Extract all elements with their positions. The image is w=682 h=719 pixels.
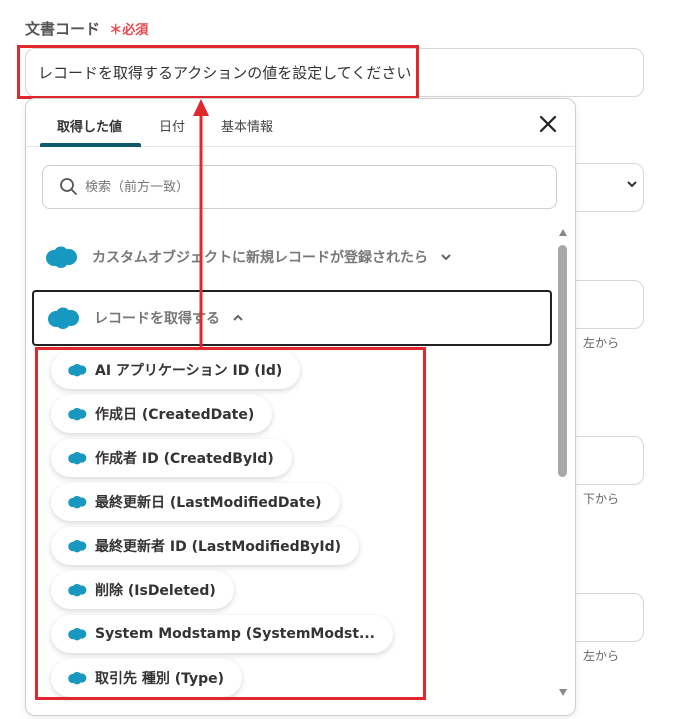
close-button[interactable]: [537, 113, 559, 135]
bg-hint-3: 、左から: [571, 649, 620, 663]
salesforce-cloud-icon: [46, 246, 77, 268]
chevron-down-icon: [441, 254, 451, 261]
list-item-last-modified-by-id[interactable]: 最終更新者 ID (LastModifiedById): [51, 527, 360, 565]
list-item-created-by-id[interactable]: 作成者 ID (CreatedById): [51, 439, 292, 477]
bg-hint-1: 、左から: [571, 336, 620, 350]
field-label: 文書コード ＊必須: [25, 18, 148, 39]
search-box: [42, 165, 557, 209]
close-icon: [539, 115, 557, 133]
list-item-is-deleted[interactable]: 削除 (IsDeleted): [51, 571, 234, 609]
section-get-record[interactable]: レコードを取得する: [32, 290, 552, 346]
scroll-down-icon[interactable]: [559, 689, 567, 696]
search-input[interactable]: [85, 179, 525, 195]
item-label: 最終更新者 ID (LastModifiedById): [95, 539, 342, 555]
salesforce-cloud-icon: [68, 627, 87, 641]
section-label: カスタムオブジェクトに新規レコードが登録されたら: [92, 250, 428, 266]
required-mark: ＊: [109, 23, 123, 38]
salesforce-cloud-icon: [68, 583, 87, 597]
tab-bar: 取得した値 日付 基本情報: [26, 99, 575, 147]
salesforce-cloud-icon: [68, 495, 87, 509]
chevron-up-icon: [233, 314, 243, 321]
bg-hint-2: 、下から: [571, 492, 620, 506]
salesforce-cloud-icon: [48, 307, 79, 329]
document-code-value: レコードを取得するアクションの値を設定してください: [38, 64, 412, 82]
value-picker-popup: 取得した値 日付 基本情報 カスタムオブジェクトに新規レコードが登録されたら レ…: [25, 98, 576, 716]
section-custom-object-trigger[interactable]: カスタムオブジェクトに新規レコードが登録されたら: [32, 229, 552, 285]
tab-retrieved-values[interactable]: 取得した値: [57, 116, 122, 135]
list-item-ai-app-id[interactable]: AI アプリケーション ID (Id): [51, 351, 301, 389]
document-code-input[interactable]: レコードを取得するアクションの値を設定してください: [25, 48, 644, 97]
list-item-system-modstamp[interactable]: System Modstamp (SystemModst...: [51, 615, 393, 653]
item-label: 削除 (IsDeleted): [95, 583, 216, 599]
tab-date[interactable]: 日付: [159, 116, 185, 135]
item-label: 作成日 (CreatedDate): [95, 407, 255, 423]
search-icon: [60, 178, 77, 195]
item-label: AI アプリケーション ID (Id): [95, 363, 283, 379]
item-label: 最終更新日 (LastModifiedDate): [95, 495, 322, 511]
item-label: System Modstamp (SystemModst...: [95, 626, 375, 642]
scroll-up-icon[interactable]: [559, 229, 567, 236]
required-badge: ＊必須: [109, 23, 148, 38]
salesforce-cloud-icon: [68, 363, 87, 377]
scrollbar[interactable]: [556, 229, 570, 699]
list-item-last-modified-date[interactable]: 最終更新日 (LastModifiedDate): [51, 483, 340, 521]
salesforce-cloud-icon: [68, 539, 87, 553]
active-tab-indicator: [40, 143, 141, 147]
item-label: 取引先 種別 (Type): [95, 671, 225, 687]
salesforce-cloud-icon: [68, 671, 87, 685]
list-item-account-type[interactable]: 取引先 種別 (Type): [51, 659, 243, 697]
item-label: 作成者 ID (CreatedById): [95, 451, 274, 467]
salesforce-cloud-icon: [68, 407, 87, 421]
section-label: レコードを取得する: [94, 311, 220, 327]
salesforce-cloud-icon: [68, 451, 87, 465]
required-text: 必須: [122, 23, 149, 38]
chevron-down-icon: [626, 178, 638, 194]
field-label-text: 文書コード: [25, 20, 101, 38]
list-item-created-date[interactable]: 作成日 (CreatedDate): [51, 395, 273, 433]
scroll-thumb[interactable]: [558, 245, 567, 477]
tab-basic-info[interactable]: 基本情報: [221, 116, 273, 135]
